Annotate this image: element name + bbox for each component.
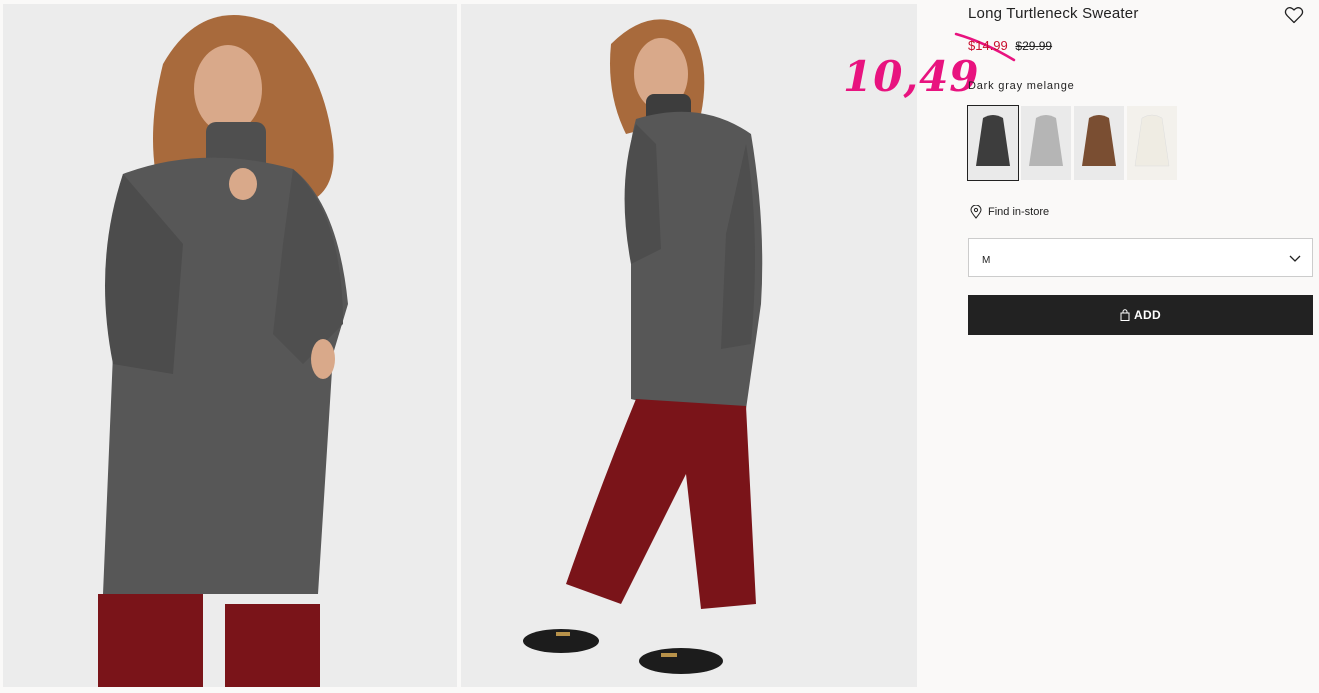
- add-button-label: ADD: [1134, 308, 1161, 322]
- sale-price: $14.99: [968, 38, 1008, 53]
- size-select-value: M: [982, 255, 991, 266]
- product-title: Long Turtleneck Sweater: [968, 5, 1139, 22]
- swatch-cream[interactable]: [1127, 106, 1177, 180]
- swatch-light-gray[interactable]: [1021, 106, 1071, 180]
- swatch-dark-gray[interactable]: [967, 105, 1019, 181]
- color-swatch-list: [967, 105, 1177, 181]
- product-image-front[interactable]: [3, 4, 457, 687]
- swatch-brown[interactable]: [1074, 106, 1124, 180]
- price-row: $14.99 $29.99: [968, 38, 1052, 53]
- selected-color-name: Dark gray melange: [968, 80, 1075, 92]
- size-select[interactable]: M: [968, 238, 1313, 277]
- chevron-down-icon: [1289, 255, 1301, 262]
- location-pin-icon: [970, 205, 982, 219]
- shopping-bag-icon: [1120, 309, 1130, 321]
- original-price: $29.99: [1015, 39, 1053, 53]
- product-info-panel: Long Turtleneck Sweater $14.99 $29.99 Da…: [967, 0, 1313, 693]
- find-in-store-label: Find in-store: [988, 206, 1050, 218]
- favorite-heart-icon[interactable]: [1284, 5, 1304, 25]
- product-image-side[interactable]: [461, 4, 917, 687]
- find-in-store-link[interactable]: Find in-store: [970, 205, 1049, 219]
- handwritten-price-annotation: 10,49: [843, 52, 980, 101]
- add-to-bag-button[interactable]: ADD: [968, 295, 1313, 335]
